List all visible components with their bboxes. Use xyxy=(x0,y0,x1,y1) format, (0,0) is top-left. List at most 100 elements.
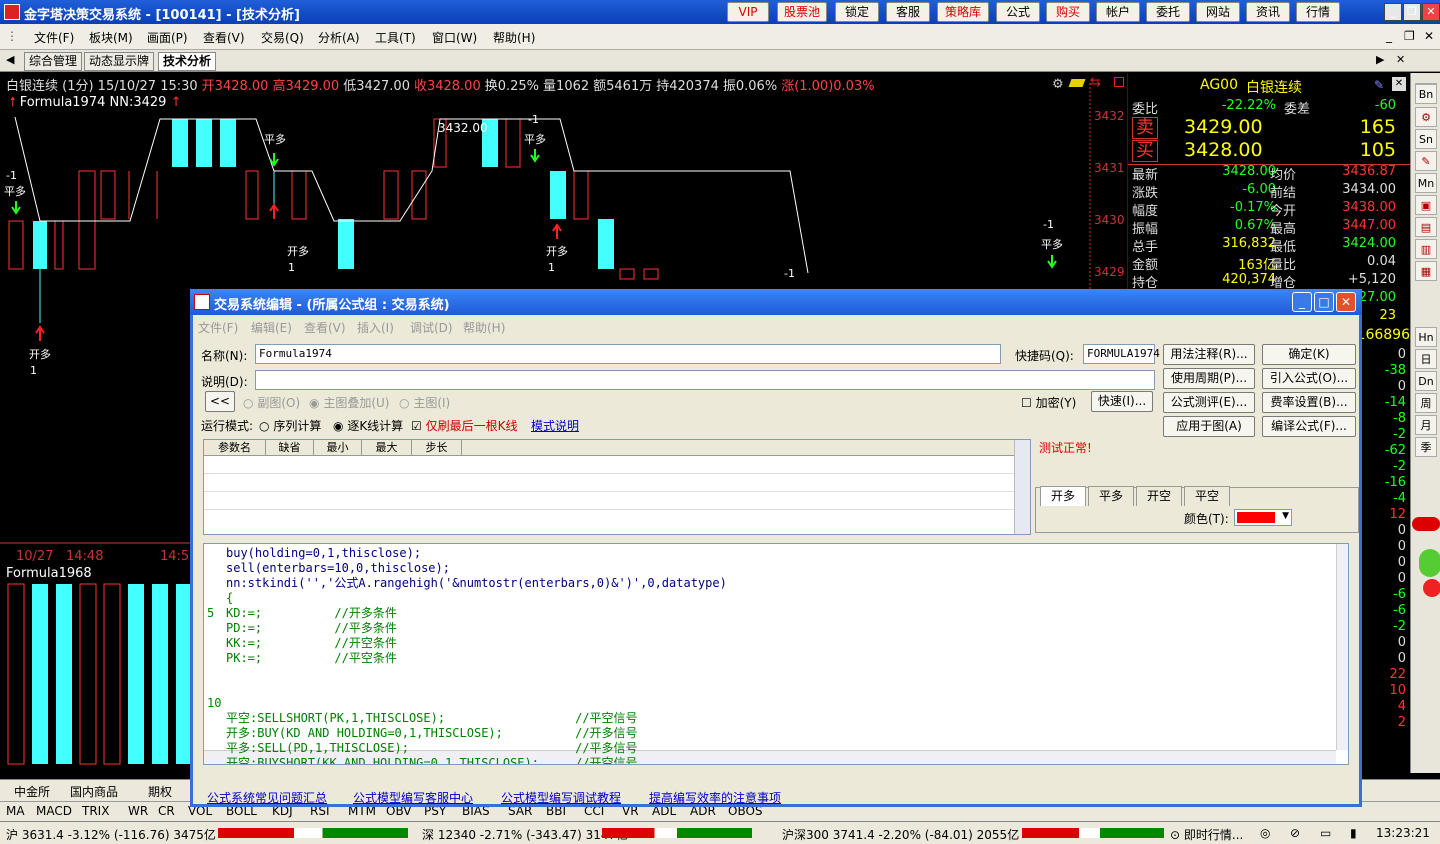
mdi-minimize-icon[interactable]: _ xyxy=(1386,29,1392,43)
tab-cffex[interactable]: 中金所 xyxy=(14,783,50,800)
radio-k-calc[interactable]: ◉ 逐K线计算 xyxy=(333,417,403,434)
vip-button[interactable]: VIP xyxy=(727,2,769,22)
lock-status-icon[interactable]: ⊘ xyxy=(1290,826,1300,840)
back-button[interactable]: << xyxy=(205,391,235,412)
sidebar-tool5-icon[interactable]: ▥ xyxy=(1415,239,1437,259)
code-line[interactable]: 开多:BUY(KD AND HOLDING=0,1,THISCLOSE); //… xyxy=(226,726,638,741)
compile-formula-button[interactable]: 编译公式(F)... xyxy=(1262,416,1356,437)
menu-window[interactable]: 窗口(W) xyxy=(432,29,477,46)
sidebar-tool3-icon[interactable]: ▣ xyxy=(1415,195,1437,215)
quote-close-icon[interactable]: ✕ xyxy=(1392,77,1406,91)
sidebar-week[interactable]: 周 xyxy=(1415,393,1437,413)
name-input[interactable]: Formula1974 xyxy=(255,344,1001,364)
sidebar-season[interactable]: 季 xyxy=(1415,437,1437,457)
tab-close-icon[interactable]: ✕ xyxy=(1396,53,1405,66)
indicator-tab-wr[interactable]: WR xyxy=(128,804,148,818)
menu-screen[interactable]: 画面(P) xyxy=(147,29,188,46)
sidebar-hn[interactable]: Hn xyxy=(1415,327,1437,347)
menu-analysis[interactable]: 分析(A) xyxy=(318,29,360,46)
faq-link[interactable]: 公式系统常见问题汇总 xyxy=(207,789,327,806)
code-line[interactable]: nn:stkindi('','公式A.rangehigh('&numtostr(… xyxy=(226,576,727,591)
code-line[interactable]: PK:=; //平空条件 xyxy=(226,651,397,666)
color-picker[interactable]: ▼ xyxy=(1234,509,1292,526)
account-button[interactable]: 帐户 xyxy=(1096,2,1140,22)
news-button[interactable]: 资讯 xyxy=(1246,2,1290,22)
table-row[interactable] xyxy=(204,492,1014,510)
lock-button[interactable]: 锁定 xyxy=(835,2,879,22)
usage-period-button[interactable]: 使用周期(P)... xyxy=(1163,368,1255,389)
formula-evaluate-button[interactable]: 公式测评(E)... xyxy=(1163,392,1255,413)
dialog-minimize-icon[interactable]: _ xyxy=(1292,292,1312,312)
menu-board[interactable]: 板块(M) xyxy=(89,29,133,46)
tab-overview[interactable]: 综合管理 xyxy=(24,52,83,71)
dialog-maximize-icon[interactable]: □ xyxy=(1314,292,1334,312)
ok-button[interactable]: 确定(K) xyxy=(1262,344,1356,365)
menu-tools[interactable]: 工具(T) xyxy=(375,29,416,46)
code-line[interactable]: { xyxy=(226,591,233,606)
strategy-library-button[interactable]: 策略库 xyxy=(937,2,989,22)
stock-pool-button[interactable]: 股票池 xyxy=(777,2,827,22)
dialog-menu-item[interactable]: 文件(F) xyxy=(198,319,238,336)
indicator-tab-ma[interactable]: MA xyxy=(6,804,25,818)
dialog-menu-item[interactable]: 插入(I) xyxy=(357,319,394,336)
service-button[interactable]: 客服 xyxy=(886,2,930,22)
code-line[interactable]: 平空:SELLSHORT(PK,1,THISCLOSE); //平空信号 xyxy=(226,711,638,726)
restore-icon[interactable]: ❐ xyxy=(1403,3,1421,21)
tab-technical-analysis[interactable]: 技术分析 xyxy=(158,52,217,71)
import-formula-button[interactable]: 引入公式(O)... xyxy=(1262,368,1356,389)
formula-button[interactable]: 公式 xyxy=(996,2,1040,22)
signal-tab[interactable]: 开空 xyxy=(1136,486,1182,506)
tab-scroll-right-icon[interactable]: ▶ xyxy=(1376,53,1384,66)
indicator-tab-trix[interactable]: TRIX xyxy=(82,804,109,818)
sidebar-mn[interactable]: Mn xyxy=(1415,173,1437,193)
layout-icon[interactable]: ▮ xyxy=(1350,826,1357,840)
index-hs300[interactable]: 沪深300 3741.4 -2.20% (-84.01) 2055亿 xyxy=(782,826,1019,843)
index-sh[interactable]: 沪 3631.4 -3.12% (-116.76) 3475亿 xyxy=(6,826,216,843)
code-line[interactable]: buy(holding=0,1,thisclose); xyxy=(226,546,421,561)
close-icon[interactable]: ✕ xyxy=(1422,3,1440,21)
sidebar-tool4-icon[interactable]: ▤ xyxy=(1415,217,1437,237)
code-editor[interactable]: buy(holding=0,1,thisclose); sell(enterbar… xyxy=(203,543,1349,765)
encrypt-checkbox[interactable]: ☐ 加密(Y) xyxy=(1021,394,1076,411)
dialog-close-icon[interactable]: ✕ xyxy=(1336,292,1356,312)
info-icon[interactable]: ✎ xyxy=(1374,78,1384,92)
menu-help[interactable]: 帮助(H) xyxy=(493,29,535,46)
sidebar-dn[interactable]: Dn xyxy=(1415,371,1437,391)
code-line[interactable]: KD:=; //开多条件 xyxy=(226,606,397,621)
efficiency-tips-link[interactable]: 提高编写效率的注意事项 xyxy=(649,789,781,806)
signal-tab[interactable]: 平空 xyxy=(1184,486,1230,506)
shortcut-input[interactable]: FORMULA1974 xyxy=(1083,344,1160,364)
dialog-menu-item[interactable]: 查看(V) xyxy=(304,319,346,336)
support-link[interactable]: 公式模型编写客服中心 xyxy=(353,789,473,806)
quotes-button[interactable]: 行情 xyxy=(1296,2,1340,22)
code-line[interactable]: 开空:BUYSHORT(KK AND HOLDING=0,1,THISCLOSE… xyxy=(226,756,638,764)
usage-notes-button[interactable]: 用法注释(R)... xyxy=(1163,344,1255,365)
refresh-last-checkbox[interactable]: ☑ 仅刷最后一根K线 xyxy=(411,417,517,434)
radio-main-overlay[interactable]: ◉ 主图叠加(U) xyxy=(309,394,389,411)
index-sz[interactable]: 深 12340 -2.71% (-343.47) 3147亿 xyxy=(422,826,628,843)
dialog-menu-item[interactable]: 帮助(H) xyxy=(463,319,505,336)
globe-icon[interactable]: ◎ xyxy=(1260,826,1270,840)
code-line[interactable]: PD:=; //平多条件 xyxy=(226,621,397,636)
dialog-menu-item[interactable]: 编辑(E) xyxy=(251,319,292,336)
mdi-close-icon[interactable]: ✕ xyxy=(1424,29,1434,43)
radio-main-chart[interactable]: ○ 主图(I) xyxy=(399,394,450,411)
menu-file[interactable]: 文件(F) xyxy=(34,29,74,46)
entrust-button[interactable]: 委托 xyxy=(1146,2,1190,22)
code-line[interactable]: KK:=; //开空条件 xyxy=(226,636,397,651)
sidebar-tool-icon[interactable]: ⚙ xyxy=(1415,107,1437,127)
table-row[interactable] xyxy=(204,474,1014,492)
quick-button[interactable]: 快速(I)... xyxy=(1091,391,1153,412)
params-scrollbar[interactable] xyxy=(1014,440,1030,534)
sidebar-tool2-icon[interactable]: ✎ xyxy=(1415,151,1437,171)
buy-button[interactable]: 购买 xyxy=(1046,2,1090,22)
minimize-icon[interactable]: _ xyxy=(1384,3,1402,21)
tab-dynamic-board[interactable]: 动态显示牌 xyxy=(84,52,155,71)
debug-tutorial-link[interactable]: 公式模型编写调试教程 xyxy=(501,789,621,806)
website-button[interactable]: 网站 xyxy=(1196,2,1240,22)
sidebar-tool6-icon[interactable]: ▦ xyxy=(1415,261,1437,281)
fee-settings-button[interactable]: 费率设置(B)... xyxy=(1262,392,1356,413)
mode-help-link[interactable]: 模式说明 xyxy=(531,417,579,434)
sidebar-day[interactable]: 日 xyxy=(1415,349,1437,369)
news-ticker[interactable]: ⊙ 即时行情... xyxy=(1170,826,1243,843)
